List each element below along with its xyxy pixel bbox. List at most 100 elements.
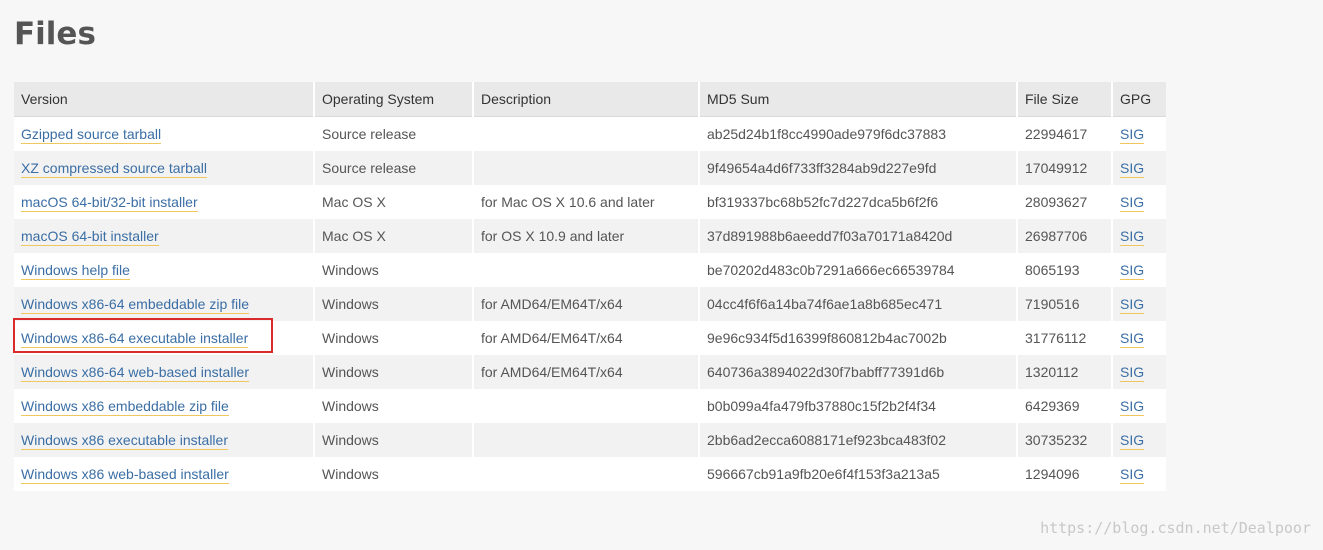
os-cell: Windows [314,423,474,457]
sig-link[interactable]: SIG [1120,194,1145,212]
version-cell: Gzipped source tarball [14,116,315,151]
description-cell [473,253,700,287]
sig-link[interactable]: SIG [1120,364,1145,382]
table-row: macOS 64-bit/32-bit installer Mac OS X f… [14,185,1166,219]
gpg-cell: SIG [1112,185,1166,219]
file-size-cell: 30735232 [1017,423,1113,457]
download-link[interactable]: Windows x86 web-based installer [21,466,229,484]
version-cell: Windows x86-64 web-based installer [14,355,315,389]
description-cell: for AMD64/EM64T/x64 [473,321,700,355]
sig-link[interactable]: SIG [1120,126,1145,144]
gpg-cell: SIG [1112,151,1166,185]
column-header-md5-sum: MD5 Sum [699,82,1018,117]
md5-cell: 04cc4f6f6a14ba74f6ae1a8b685ec471 [699,287,1018,321]
version-cell: XZ compressed source tarball [14,151,315,185]
os-cell: Windows [314,321,474,355]
description-cell: for AMD64/EM64T/x64 [473,287,700,321]
md5-cell: 37d891988b6aeedd7f03a70171a8420d [699,219,1018,253]
os-cell: Windows [314,253,474,287]
table-row: Windows help file Windows be70202d483c0b… [14,253,1166,287]
download-link[interactable]: Windows x86-64 web-based installer [21,364,249,382]
table-row: Windows x86 executable installer Windows… [14,423,1166,457]
column-header-operating-system: Operating System [314,82,474,117]
sig-link[interactable]: SIG [1120,466,1145,484]
download-link[interactable]: Gzipped source tarball [21,126,162,144]
md5-cell: 596667cb91a9fb20e6f4f153f3a213a5 [699,457,1018,491]
gpg-cell: SIG [1112,219,1166,253]
table-row: Gzipped source tarball Source release ab… [14,116,1166,151]
md5-cell: b0b099a4fa479fb37880c15f2b2f4f34 [699,389,1018,423]
md5-cell: 2bb6ad2ecca6088171ef923bca483f02 [699,423,1018,457]
md5-cell: be70202d483c0b7291a666ec66539784 [699,253,1018,287]
description-cell: for Mac OS X 10.6 and later [473,185,700,219]
page-title: Files [14,16,96,52]
table-row: Windows x86 embeddable zip file Windows … [14,389,1166,423]
file-size-cell: 22994617 [1017,116,1113,151]
column-header-description: Description [473,82,700,117]
os-cell: Mac OS X [314,185,474,219]
files-table: Version Operating System Description MD5… [14,82,1166,491]
gpg-cell: SIG [1112,253,1166,287]
gpg-cell: SIG [1112,423,1166,457]
file-size-cell: 8065193 [1017,253,1113,287]
column-header-gpg: GPG [1112,82,1166,117]
description-cell [473,389,700,423]
download-link[interactable]: Windows x86 executable installer [21,432,228,450]
os-cell: Windows [314,287,474,321]
download-link[interactable]: macOS 64-bit installer [21,228,159,246]
os-cell: Source release [314,116,474,151]
table-row: Windows x86-64 executable installer Wind… [14,321,1166,355]
table-header-row: Version Operating System Description MD5… [14,82,1166,117]
os-cell: Source release [314,151,474,185]
version-cell: Windows x86-64 embeddable zip file [14,287,315,321]
description-cell [473,423,700,457]
file-size-cell: 28093627 [1017,185,1113,219]
download-link[interactable]: Windows x86-64 executable installer [21,330,249,348]
table-row: Windows x86-64 embeddable zip file Windo… [14,287,1166,321]
column-header-version: Version [14,82,315,117]
sig-link[interactable]: SIG [1120,262,1145,280]
description-cell: for OS X 10.9 and later [473,219,700,253]
download-link[interactable]: macOS 64-bit/32-bit installer [21,194,198,212]
sig-link[interactable]: SIG [1120,432,1145,450]
sig-link[interactable]: SIG [1120,296,1145,314]
gpg-cell: SIG [1112,116,1166,151]
gpg-cell: SIG [1112,287,1166,321]
description-cell: for AMD64/EM64T/x64 [473,355,700,389]
gpg-cell: SIG [1112,355,1166,389]
download-link[interactable]: Windows x86 embeddable zip file [21,398,229,416]
table-row: macOS 64-bit installer Mac OS X for OS X… [14,219,1166,253]
gpg-cell: SIG [1112,321,1166,355]
md5-cell: 640736a3894022d30f7babff77391d6b [699,355,1018,389]
table-row: Windows x86-64 web-based installer Windo… [14,355,1166,389]
download-link[interactable]: Windows help file [21,262,130,280]
version-cell: Windows x86-64 executable installer [14,321,315,355]
description-cell [473,151,700,185]
file-size-cell: 6429369 [1017,389,1113,423]
version-cell: Windows x86 web-based installer [14,457,315,491]
md5-cell: 9f49654a4d6f733ff3284ab9d227e9fd [699,151,1018,185]
download-link[interactable]: XZ compressed source tarball [21,160,207,178]
md5-cell: ab25d24b1f8cc4990ade979f6dc37883 [699,116,1018,151]
file-size-cell: 31776112 [1017,321,1113,355]
sig-link[interactable]: SIG [1120,228,1145,246]
gpg-cell: SIG [1112,389,1166,423]
md5-cell: bf319337bc68b52fc7d227dca5b6f2f6 [699,185,1018,219]
description-cell [473,457,700,491]
version-cell: macOS 64-bit installer [14,219,315,253]
table-row: XZ compressed source tarball Source rele… [14,151,1166,185]
version-cell: Windows help file [14,253,315,287]
table-row: Windows x86 web-based installer Windows … [14,457,1166,491]
sig-link[interactable]: SIG [1120,160,1145,178]
file-size-cell: 1294096 [1017,457,1113,491]
os-cell: Windows [314,389,474,423]
version-cell: Windows x86 embeddable zip file [14,389,315,423]
version-cell: macOS 64-bit/32-bit installer [14,185,315,219]
sig-link[interactable]: SIG [1120,398,1145,416]
file-size-cell: 26987706 [1017,219,1113,253]
sig-link[interactable]: SIG [1120,330,1145,348]
watermark: https://blog.csdn.net/Dealpoor [1040,519,1311,537]
version-cell: Windows x86 executable installer [14,423,315,457]
download-link[interactable]: Windows x86-64 embeddable zip file [21,296,250,314]
os-cell: Mac OS X [314,219,474,253]
